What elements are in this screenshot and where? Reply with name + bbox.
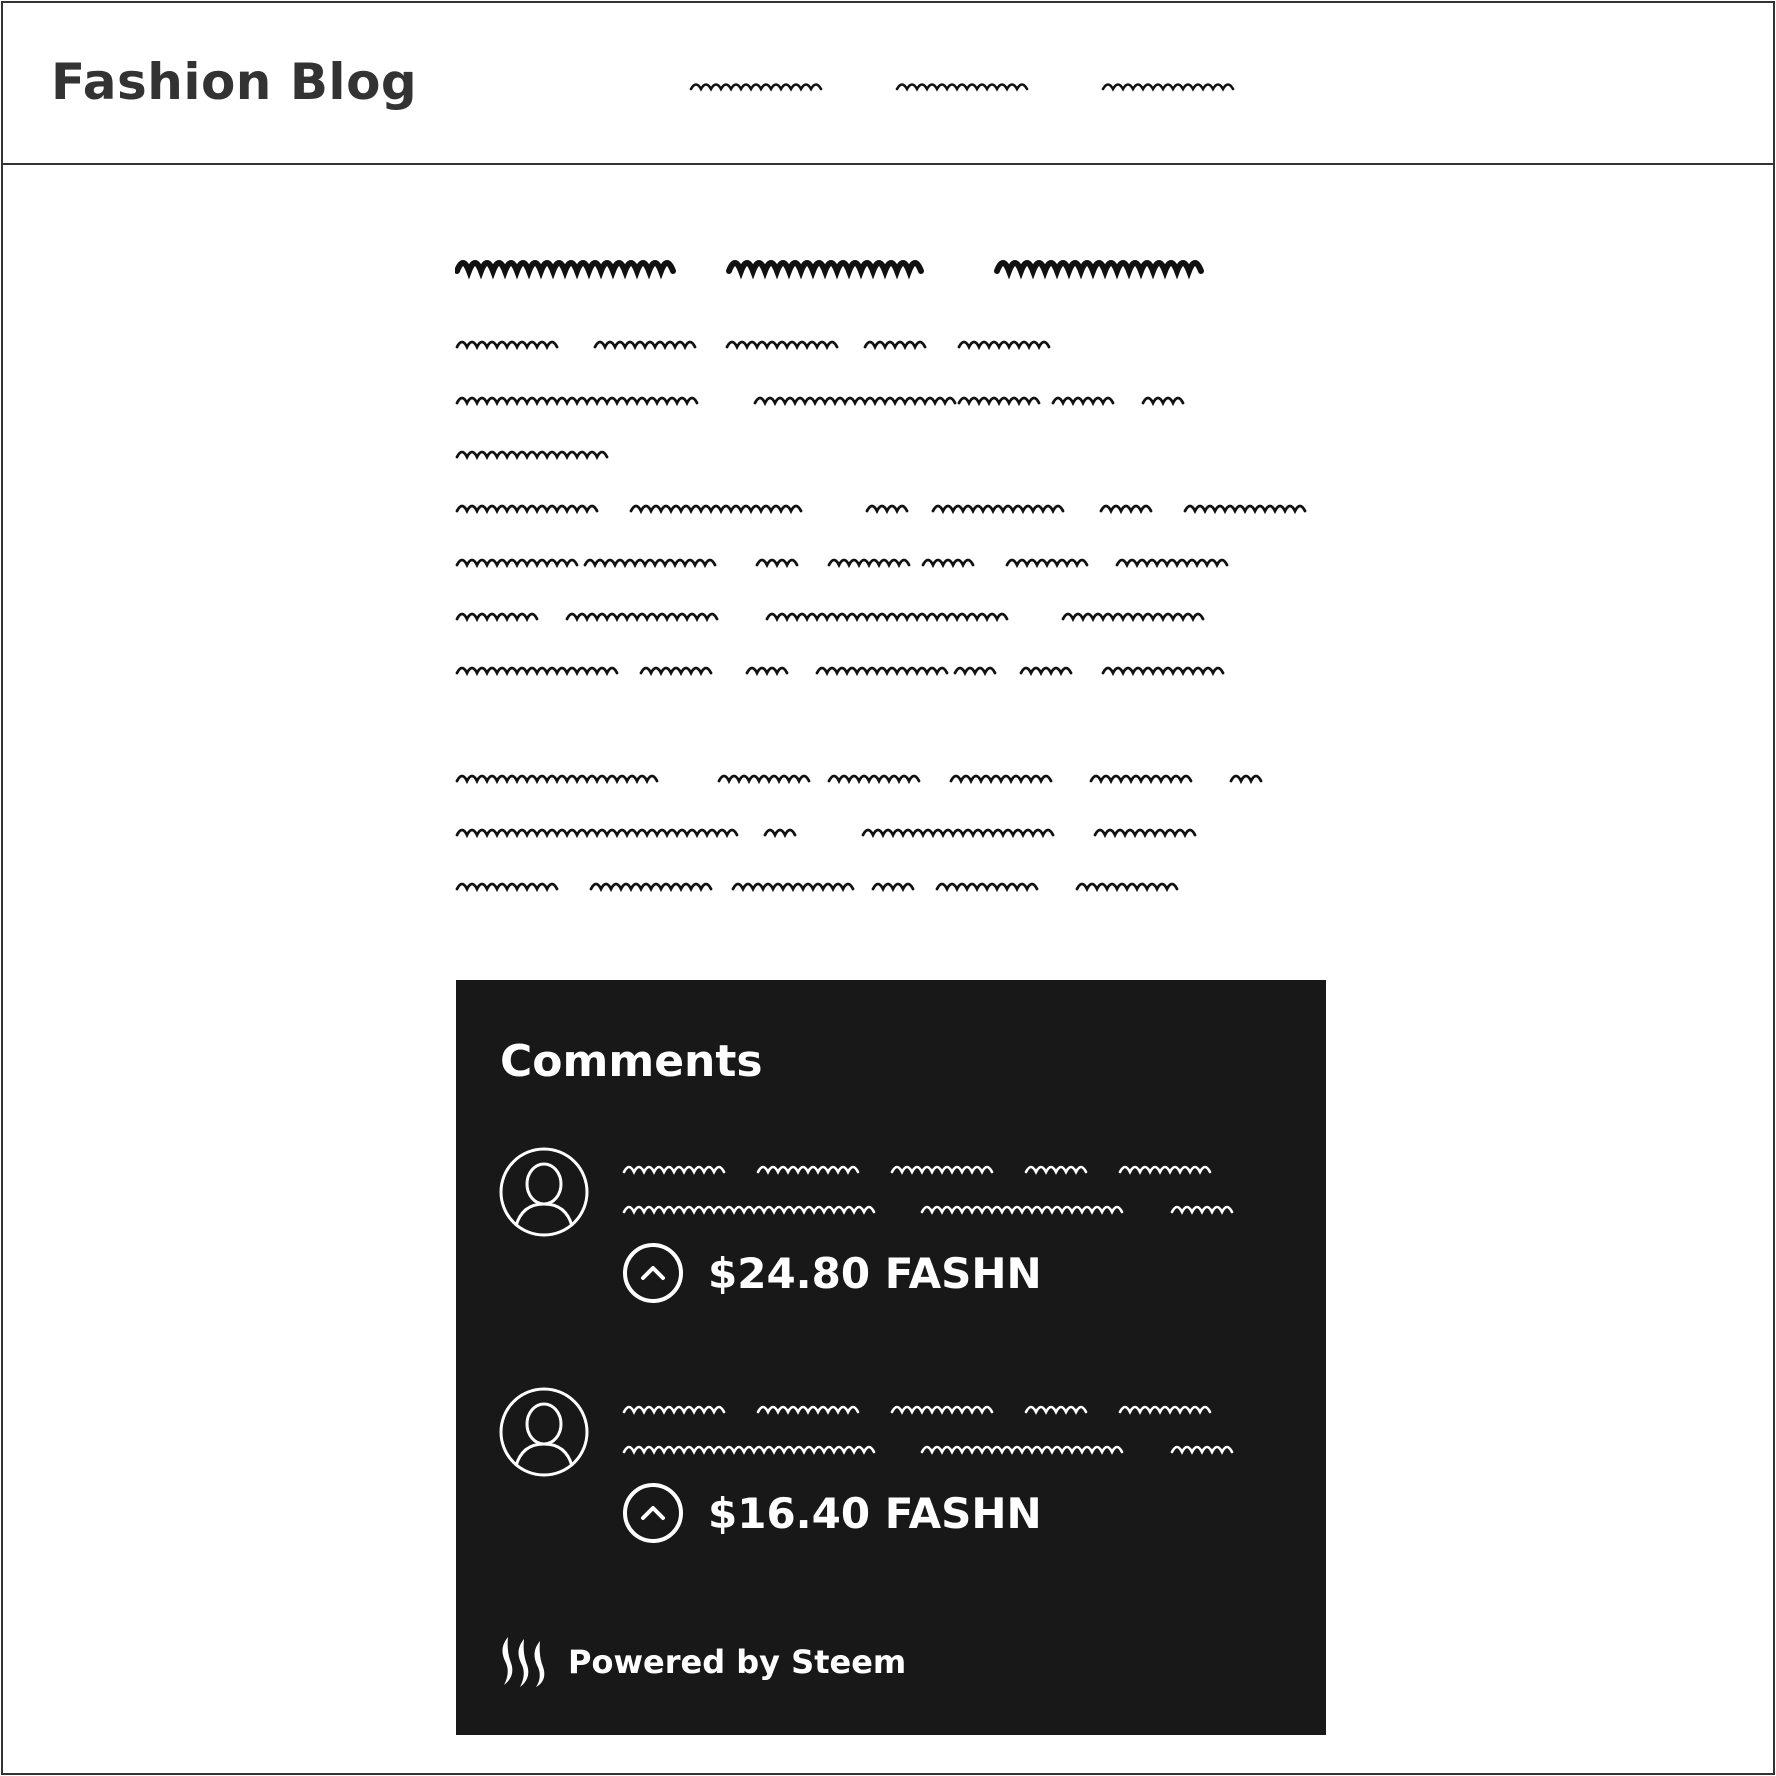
blog-article xyxy=(455,235,1325,915)
comment-item: $16.40 FASHN xyxy=(498,1386,1298,1566)
nav-link-1[interactable] xyxy=(689,75,829,95)
powered-by-label: Powered by Steem xyxy=(568,1643,907,1681)
nav-link-2[interactable] xyxy=(895,75,1035,95)
comment-item: $24.80 FASHN xyxy=(498,1146,1298,1326)
comments-title: Comments xyxy=(500,1036,763,1087)
site-header: Fashion Blog xyxy=(3,3,1773,165)
upvote-row: $24.80 FASHN xyxy=(622,1242,1042,1304)
user-avatar-icon[interactable] xyxy=(498,1386,590,1478)
article-placeholder-text xyxy=(455,260,1307,893)
page-frame: Fashion Blog Comments $24.80 FASHN $16.4… xyxy=(1,1,1775,1775)
nav-link-3[interactable] xyxy=(1101,75,1241,95)
payout-amount: $16.40 FASHN xyxy=(708,1488,1042,1538)
comments-panel: Comments $24.80 FASHN $16.40 FASHN Power… xyxy=(456,980,1326,1735)
steem-logo-icon xyxy=(502,1637,545,1687)
user-avatar-icon[interactable] xyxy=(498,1146,590,1238)
site-logo-text[interactable]: Fashion Blog xyxy=(51,53,417,111)
powered-by-footer[interactable]: Powered by Steem xyxy=(498,1635,906,1689)
upvote-icon[interactable] xyxy=(622,1482,684,1544)
upvote-icon[interactable] xyxy=(622,1242,684,1304)
payout-amount: $24.80 FASHN xyxy=(708,1248,1042,1298)
upvote-row: $16.40 FASHN xyxy=(622,1482,1042,1544)
comment-placeholder-text xyxy=(622,1405,1234,1455)
comment-placeholder-text xyxy=(622,1165,1234,1215)
